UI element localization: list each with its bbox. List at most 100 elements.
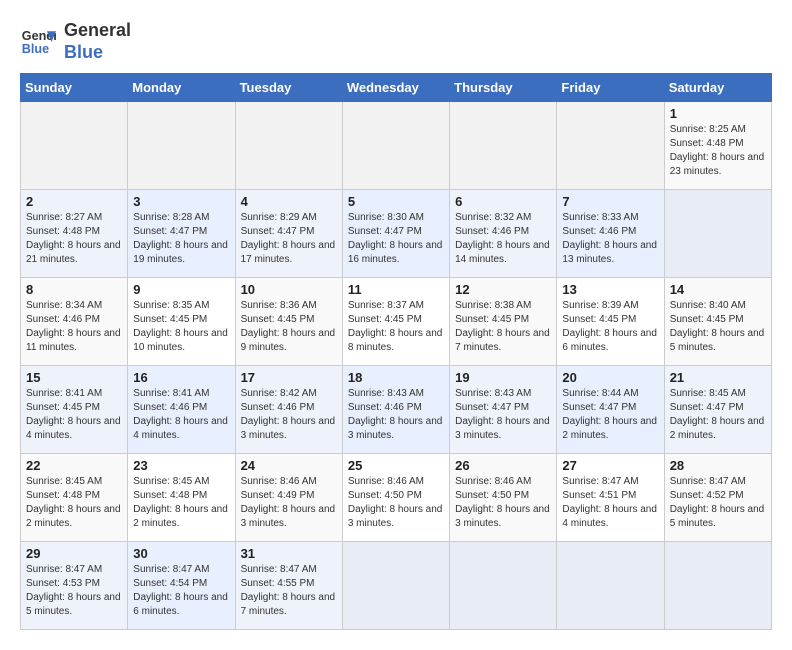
calendar-cell: 29Sunrise: 8:47 AMSunset: 4:53 PMDayligh… <box>21 542 128 630</box>
logo-blue: Blue <box>64 42 131 64</box>
col-header-friday: Friday <box>557 74 664 102</box>
day-number: 27 <box>562 458 658 473</box>
day-number: 5 <box>348 194 444 209</box>
day-info: Sunrise: 8:46 AMSunset: 4:49 PMDaylight:… <box>241 476 336 529</box>
day-number: 21 <box>670 370 766 385</box>
day-number: 1 <box>670 106 766 121</box>
calendar-cell <box>450 542 557 630</box>
day-info: Sunrise: 8:29 AMSunset: 4:47 PMDaylight:… <box>241 212 336 265</box>
calendar-cell <box>664 542 771 630</box>
day-number: 22 <box>26 458 122 473</box>
day-number: 17 <box>241 370 337 385</box>
calendar-cell: 20 Sunrise: 8:44 AMSunset: 4:47 PMDayligh… <box>557 366 664 454</box>
day-info: Sunrise: 8:38 AMSunset: 4:45 PMDaylight:… <box>455 300 550 353</box>
day-info: Sunrise: 8:36 AMSunset: 4:45 PMDaylight:… <box>241 300 336 353</box>
day-info: Sunrise: 8:34 AMSunset: 4:46 PMDaylight:… <box>26 300 121 353</box>
calendar-cell <box>128 102 235 190</box>
calendar-cell: 31Sunrise: 8:47 AMSunset: 4:55 PMDayligh… <box>235 542 342 630</box>
logo: General Blue General Blue <box>20 20 131 63</box>
day-info: Sunrise: 8:47 AMSunset: 4:54 PMDaylight:… <box>133 564 228 617</box>
day-number: 25 <box>348 458 444 473</box>
calendar-cell <box>557 102 664 190</box>
calendar-cell: 21Sunrise: 8:45 AMSunset: 4:47 PMDayligh… <box>664 366 771 454</box>
calendar-cell: 25 Sunrise: 8:46 AMSunset: 4:50 PMDayligh… <box>342 454 449 542</box>
day-number: 2 <box>26 194 122 209</box>
logo-icon: General Blue <box>20 24 56 60</box>
calendar-cell: 10 Sunrise: 8:36 AMSunset: 4:45 PMDayligh… <box>235 278 342 366</box>
day-info: Sunrise: 8:44 AMSunset: 4:47 PMDaylight:… <box>562 388 657 441</box>
calendar-cell: 15Sunrise: 8:41 AMSunset: 4:45 PMDayligh… <box>21 366 128 454</box>
calendar-cell: 7 Sunrise: 8:33 AMSunset: 4:46 PMDaylight… <box>557 190 664 278</box>
svg-text:Blue: Blue <box>22 41 49 55</box>
day-info: Sunrise: 8:47 AMSunset: 4:52 PMDaylight:… <box>670 476 765 529</box>
day-info: Sunrise: 8:35 AMSunset: 4:45 PMDaylight:… <box>133 300 228 353</box>
day-info: Sunrise: 8:39 AMSunset: 4:45 PMDaylight:… <box>562 300 657 353</box>
col-header-thursday: Thursday <box>450 74 557 102</box>
day-info: Sunrise: 8:32 AMSunset: 4:46 PMDaylight:… <box>455 212 550 265</box>
calendar-cell: 28 Sunrise: 8:47 AMSunset: 4:52 PMDayligh… <box>664 454 771 542</box>
day-info: Sunrise: 8:42 AMSunset: 4:46 PMDaylight:… <box>241 388 336 441</box>
calendar-cell: 30 Sunrise: 8:47 AMSunset: 4:54 PMDayligh… <box>128 542 235 630</box>
day-info: Sunrise: 8:37 AMSunset: 4:45 PMDaylight:… <box>348 300 443 353</box>
calendar-cell: 12Sunrise: 8:38 AMSunset: 4:45 PMDayligh… <box>450 278 557 366</box>
calendar-cell <box>450 102 557 190</box>
calendar-cell: 4 Sunrise: 8:29 AMSunset: 4:47 PMDaylight… <box>235 190 342 278</box>
day-info: Sunrise: 8:47 AMSunset: 4:51 PMDaylight:… <box>562 476 657 529</box>
day-number: 3 <box>133 194 229 209</box>
day-info: Sunrise: 8:43 AMSunset: 4:46 PMDaylight:… <box>348 388 443 441</box>
calendar-week-row: 2 Sunrise: 8:27 AMSunset: 4:48 PMDaylight… <box>21 190 772 278</box>
calendar-cell: 14Sunrise: 8:40 AMSunset: 4:45 PMDayligh… <box>664 278 771 366</box>
calendar-table: SundayMondayTuesdayWednesdayThursdayFrid… <box>20 73 772 630</box>
calendar-cell <box>557 542 664 630</box>
day-number: 18 <box>348 370 444 385</box>
calendar-cell: 5 Sunrise: 8:30 AMSunset: 4:47 PMDaylight… <box>342 190 449 278</box>
day-number: 8 <box>26 282 122 297</box>
day-number: 28 <box>670 458 766 473</box>
day-number: 11 <box>348 282 444 297</box>
day-number: 19 <box>455 370 551 385</box>
calendar-cell: 8 Sunrise: 8:34 AMSunset: 4:46 PMDaylight… <box>21 278 128 366</box>
col-header-wednesday: Wednesday <box>342 74 449 102</box>
calendar-week-row: 8 Sunrise: 8:34 AMSunset: 4:46 PMDaylight… <box>21 278 772 366</box>
day-number: 26 <box>455 458 551 473</box>
day-number: 14 <box>670 282 766 297</box>
day-info: Sunrise: 8:47 AMSunset: 4:53 PMDaylight:… <box>26 564 121 617</box>
calendar-cell: 24 Sunrise: 8:46 AMSunset: 4:49 PMDayligh… <box>235 454 342 542</box>
calendar-cell <box>342 102 449 190</box>
day-number: 4 <box>241 194 337 209</box>
calendar-cell: 13 Sunrise: 8:39 AMSunset: 4:45 PMDayligh… <box>557 278 664 366</box>
day-number: 6 <box>455 194 551 209</box>
day-number: 23 <box>133 458 229 473</box>
calendar-week-row: 29Sunrise: 8:47 AMSunset: 4:53 PMDayligh… <box>21 542 772 630</box>
day-info: Sunrise: 8:30 AMSunset: 4:47 PMDaylight:… <box>348 212 443 265</box>
calendar-cell: 22 Sunrise: 8:45 AMSunset: 4:48 PMDayligh… <box>21 454 128 542</box>
col-header-tuesday: Tuesday <box>235 74 342 102</box>
calendar-week-row: 22 Sunrise: 8:45 AMSunset: 4:48 PMDayligh… <box>21 454 772 542</box>
day-number: 10 <box>241 282 337 297</box>
day-number: 20 <box>562 370 658 385</box>
calendar-cell: 3 Sunrise: 8:28 AMSunset: 4:47 PMDaylight… <box>128 190 235 278</box>
day-number: 24 <box>241 458 337 473</box>
day-number: 15 <box>26 370 122 385</box>
calendar-cell: 27 Sunrise: 8:47 AMSunset: 4:51 PMDayligh… <box>557 454 664 542</box>
day-info: Sunrise: 8:45 AMSunset: 4:48 PMDaylight:… <box>133 476 228 529</box>
day-number: 7 <box>562 194 658 209</box>
page-header: General Blue General Blue <box>20 20 772 63</box>
day-number: 9 <box>133 282 229 297</box>
calendar-week-row: 15Sunrise: 8:41 AMSunset: 4:45 PMDayligh… <box>21 366 772 454</box>
day-info: Sunrise: 8:45 AMSunset: 4:48 PMDaylight:… <box>26 476 121 529</box>
day-info: Sunrise: 8:46 AMSunset: 4:50 PMDaylight:… <box>348 476 443 529</box>
day-info: Sunrise: 8:33 AMSunset: 4:46 PMDaylight:… <box>562 212 657 265</box>
day-info: Sunrise: 8:47 AMSunset: 4:55 PMDaylight:… <box>241 564 336 617</box>
logo-general: General <box>64 20 131 42</box>
calendar-cell: 11 Sunrise: 8:37 AMSunset: 4:45 PMDayligh… <box>342 278 449 366</box>
day-info: Sunrise: 8:25 AMSunset: 4:48 PMDaylight:… <box>670 124 765 177</box>
day-info: Sunrise: 8:28 AMSunset: 4:47 PMDaylight:… <box>133 212 228 265</box>
calendar-cell: 16Sunrise: 8:41 AMSunset: 4:46 PMDayligh… <box>128 366 235 454</box>
calendar-cell <box>235 102 342 190</box>
calendar-cell: 9 Sunrise: 8:35 AMSunset: 4:45 PMDaylight… <box>128 278 235 366</box>
day-info: Sunrise: 8:27 AMSunset: 4:48 PMDaylight:… <box>26 212 121 265</box>
day-number: 13 <box>562 282 658 297</box>
calendar-cell <box>664 190 771 278</box>
day-number: 30 <box>133 546 229 561</box>
